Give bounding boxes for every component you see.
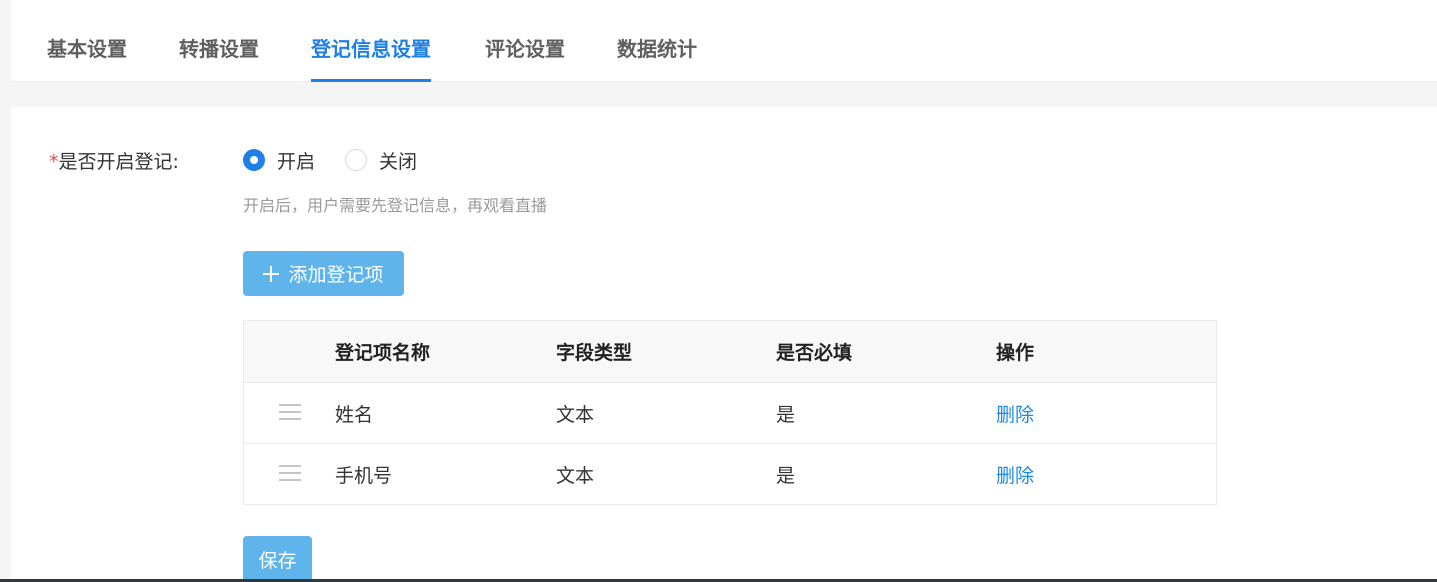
field-type-cell: 文本: [556, 403, 595, 426]
radio-enable[interactable]: 开启: [243, 147, 315, 173]
radio-disable-label: 关闭: [379, 150, 418, 173]
add-registration-item-button[interactable]: 添加登记项: [243, 251, 404, 296]
delete-link[interactable]: 删除: [996, 444, 1034, 504]
save-button[interactable]: 保存: [243, 536, 312, 582]
required-mark: *: [49, 151, 59, 173]
registration-settings-panel: *是否开启登记: 开启 关闭 开启后，用户需要先登记信息，再观看直播 添加登记项…: [11, 107, 1437, 582]
radio-disable[interactable]: 关闭: [345, 147, 417, 173]
radio-enable-label: 开启: [277, 150, 316, 173]
field-type-cell: 文本: [556, 464, 595, 487]
column-header-actions: 操作: [996, 342, 1035, 364]
tab-rebroadcast-settings[interactable]: 转播设置: [179, 0, 259, 81]
tab-comment-settings[interactable]: 评论设置: [485, 0, 565, 81]
column-header-required: 是否必填: [776, 342, 853, 364]
settings-tab-bar: 基本设置 转播设置 登记信息设置 评论设置 数据统计: [11, 0, 1437, 82]
plus-icon: [263, 265, 280, 282]
enable-registration-label-text: 是否开启登记:: [58, 151, 179, 173]
delete-link[interactable]: 删除: [996, 383, 1034, 443]
drag-handle-icon[interactable]: [279, 465, 301, 482]
add-registration-item-label: 添加登记项: [288, 264, 384, 286]
table-row: 手机号 文本 是 删除: [244, 443, 1216, 504]
required-cell: 是: [776, 403, 796, 426]
radio-checked-icon: [243, 149, 265, 171]
column-header-item-name: 登记项名称: [335, 342, 431, 364]
table-header: 登记项名称 字段类型 是否必填 操作: [244, 321, 1216, 382]
registration-items-table: 登记项名称 字段类型 是否必填 操作 姓名 文本 是 删除 手机号 文本 是 删…: [243, 320, 1217, 505]
registration-hint: 开启后，用户需要先登记信息，再观看直播: [243, 196, 548, 215]
column-header-field-type: 字段类型: [556, 342, 633, 364]
table-row: 姓名 文本 是 删除: [244, 382, 1216, 443]
enable-registration-label: *是否开启登记:: [49, 147, 179, 174]
item-name-cell: 手机号: [335, 464, 393, 487]
required-cell: 是: [776, 464, 796, 487]
radio-unchecked-icon: [345, 149, 367, 171]
item-name-cell: 姓名: [335, 403, 374, 426]
drag-handle-icon[interactable]: [279, 404, 301, 421]
tab-basic-settings[interactable]: 基本设置: [47, 0, 127, 81]
tab-data-statistics[interactable]: 数据统计: [617, 0, 697, 81]
tab-registration-settings[interactable]: 登记信息设置: [311, 0, 431, 82]
